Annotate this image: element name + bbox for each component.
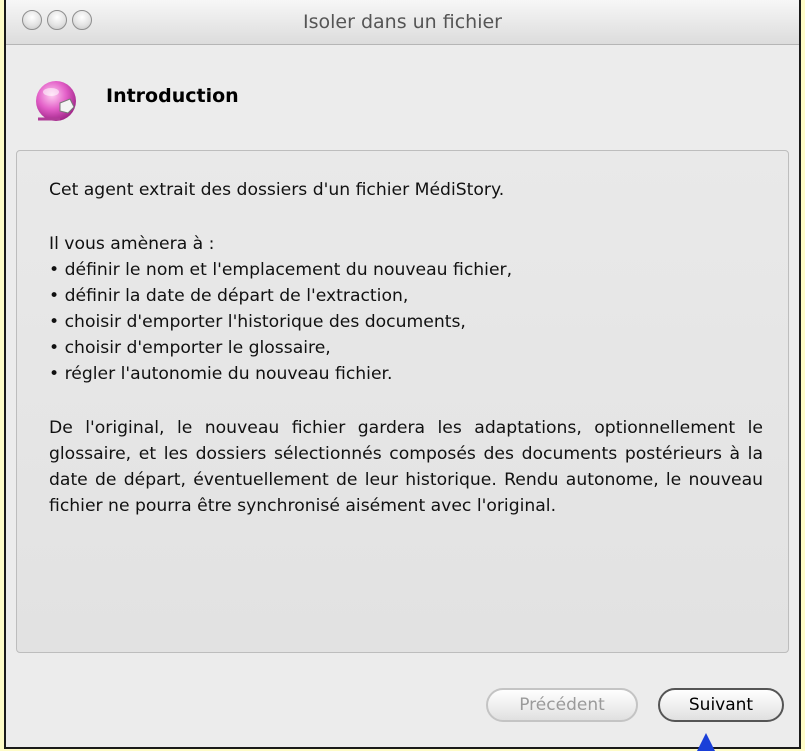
app-pink-sphere-icon: [36, 81, 76, 121]
window-title: Isoler dans un fichier: [303, 11, 502, 33]
content-panel: Cet agent extrait des dossiers d'un fich…: [16, 150, 789, 653]
title-bar[interactable]: Isoler dans un fichier: [6, 0, 799, 45]
previous-button[interactable]: Précédent: [486, 688, 638, 722]
description-paragraph: De l'original, le nouveau fichier garder…: [49, 418, 763, 516]
intro-text: Cet agent extrait des dossiers d'un fich…: [49, 180, 505, 200]
list-intro: Il vous amènera à :: [49, 234, 215, 254]
page-title: Introduction: [106, 85, 239, 107]
list-item: choisir d'emporter l'historique des docu…: [49, 309, 763, 335]
list-item: définir le nom et l'emplacement du nouve…: [49, 257, 763, 283]
wizard-header: Introduction: [6, 45, 799, 140]
steps-list: définir le nom et l'emplacement du nouve…: [49, 257, 763, 387]
list-item: définir la date de départ de l'extractio…: [49, 283, 763, 309]
list-item: choisir d'emporter le glossaire,: [49, 335, 763, 361]
list-item: régler l'autonomie du nouveau fichier.: [49, 361, 763, 387]
next-button[interactable]: Suivant: [658, 688, 784, 722]
pointer-arrow-icon: [697, 733, 715, 751]
wizard-window: Isoler dans un fichier Introduction Cet …: [4, 0, 801, 749]
